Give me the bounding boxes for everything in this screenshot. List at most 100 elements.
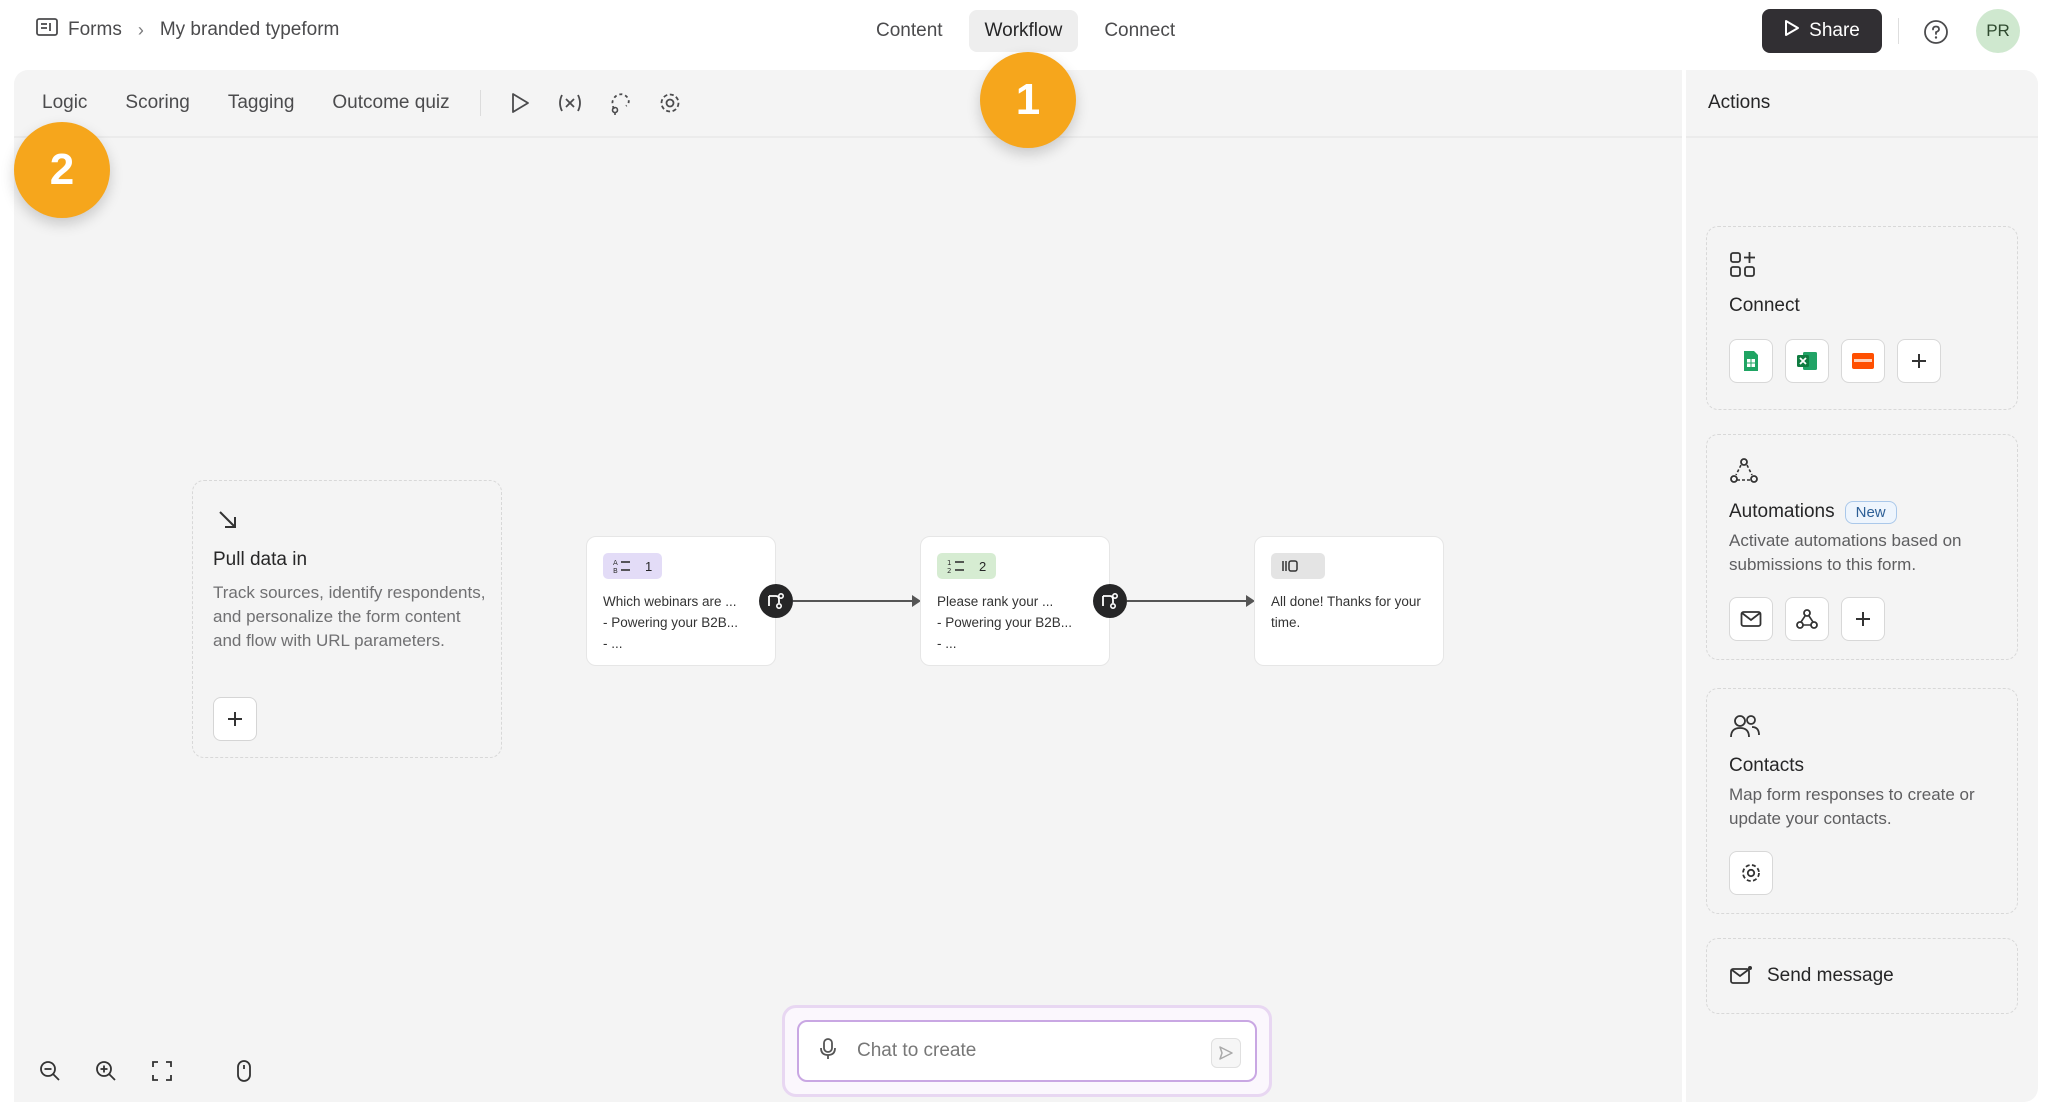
contacts-description: Map form responses to create or update y… [1729, 785, 1975, 828]
chat-placeholder: Chat to create [857, 1040, 977, 1061]
variables-icon[interactable] [557, 90, 583, 116]
branch-logic-icon[interactable] [1093, 584, 1127, 618]
question-number: 2 [979, 558, 987, 574]
add-integration-button[interactable] [1897, 339, 1941, 383]
zapier-icon [1852, 353, 1874, 369]
tab-workflow[interactable]: Workflow [968, 10, 1079, 52]
automations-title: Automations [1729, 501, 1835, 522]
multiple-choice-icon: AB [613, 559, 630, 574]
workflow-toolbar: Logic Scoring Tagging Outcome quiz [14, 70, 1682, 138]
question-number: 1 [645, 558, 653, 574]
svg-text:A: A [613, 559, 618, 567]
ending-screen-icon [1282, 560, 1298, 572]
tab-content[interactable]: Content [860, 10, 959, 52]
chat-input[interactable]: Chat to create [797, 1020, 1257, 1082]
automation-cycle-icon [1729, 457, 1759, 490]
send-icon [1219, 1046, 1233, 1060]
connect-card: Connect [1706, 226, 2018, 410]
preview-play-icon[interactable] [507, 90, 533, 116]
plus-icon [1912, 354, 1926, 368]
tab-scoring[interactable]: Scoring [125, 92, 189, 114]
ending-node[interactable]: All done! Thanks for your time. [1254, 536, 1444, 666]
question-node-1[interactable]: AB 1 Which webinars are ... - Powering y… [586, 536, 776, 666]
toolbar-divider [479, 90, 481, 116]
tab-logic[interactable]: Logic [42, 92, 87, 114]
excel-icon [1797, 352, 1817, 370]
breadcrumb-forms-link[interactable]: Forms [68, 19, 122, 41]
forms-icon[interactable] [36, 18, 58, 42]
fit-to-screen-icon[interactable] [150, 1059, 174, 1083]
actions-panel: Actions Connect Automations New Activate… [1686, 70, 2038, 1102]
ranking-icon: 12 [947, 559, 964, 574]
question-text: Which webinars are ... - Powering your B… [603, 594, 739, 651]
plus-icon [228, 712, 242, 726]
connect-title: Connect [1729, 295, 1800, 316]
question-type-tag: 12 2 [937, 553, 997, 579]
message-icon [1729, 965, 1753, 990]
chat-to-create-container: Chat to create [782, 1005, 1272, 1097]
lasso-icon[interactable] [607, 90, 633, 116]
workflow-canvas[interactable]: Logic Scoring Tagging Outcome quiz Pull … [14, 70, 1682, 1102]
send-button[interactable] [1211, 1038, 1241, 1068]
tab-connect[interactable]: Connect [1088, 10, 1191, 52]
apps-grid-icon [1729, 251, 1757, 284]
question-type-tag: AB 1 [603, 553, 663, 579]
share-label: Share [1809, 20, 1860, 41]
app-root: Forms › My branded typeform Content Work… [0, 0, 2048, 1106]
zapier-button[interactable] [1841, 339, 1885, 383]
add-url-parameter-button[interactable] [213, 697, 257, 741]
connector-arrow [1127, 595, 1255, 607]
step-badge-2: 2 [14, 122, 110, 218]
share-button[interactable]: Share [1762, 9, 1882, 53]
webhook-button[interactable] [1785, 597, 1829, 641]
excel-button[interactable] [1785, 339, 1829, 383]
zoom-out-icon[interactable] [38, 1059, 62, 1083]
pull-data-description: Track sources, identify respondents, and… [213, 583, 486, 650]
send-message-card[interactable]: Send message [1706, 938, 2018, 1014]
svg-text:2: 2 [947, 567, 951, 574]
contacts-title: Contacts [1729, 755, 1804, 776]
svg-text:B: B [613, 567, 618, 574]
mouse-icon[interactable] [232, 1059, 256, 1083]
tab-outcome-quiz[interactable]: Outcome quiz [332, 92, 449, 114]
divider [1898, 18, 1899, 44]
branch-logic-icon[interactable] [759, 584, 793, 618]
step-badge-1: 1 [980, 52, 1076, 148]
microphone-icon[interactable] [819, 1037, 837, 1066]
add-automation-button[interactable] [1841, 597, 1885, 641]
breadcrumb: Forms › My branded typeform [36, 18, 339, 42]
help-icon[interactable] [1923, 19, 1949, 45]
settings-gear-icon[interactable] [657, 90, 683, 116]
panel-divider [1686, 136, 2038, 138]
automations-card: Automations New Activate automations base… [1706, 434, 2018, 660]
actions-title: Actions [1708, 92, 1771, 113]
automations-title-row: Automations New [1729, 501, 1897, 524]
main-tabs: Content Workflow Connect [860, 10, 1191, 52]
avatar[interactable]: PR [1976, 9, 2020, 53]
svg-text:1: 1 [947, 559, 951, 567]
contacts-settings-button[interactable] [1729, 851, 1773, 895]
pull-data-title: Pull data in [213, 549, 308, 570]
breadcrumb-form-name[interactable]: My branded typeform [160, 19, 340, 41]
tab-tagging[interactable]: Tagging [228, 92, 295, 114]
question-node-2[interactable]: 12 2 Please rank your ... - Powering you… [920, 536, 1110, 666]
zoom-controls [14, 1040, 262, 1102]
gear-icon [1742, 864, 1760, 882]
new-badge: New [1844, 501, 1897, 524]
ending-text: All done! Thanks for your time. [1271, 594, 1421, 630]
email-automation-button[interactable] [1729, 597, 1773, 641]
question-text: Please rank your ... - Powering your B2B… [937, 594, 1073, 651]
google-sheets-icon [1744, 351, 1758, 371]
plus-icon [1856, 612, 1870, 626]
ending-type-tag [1271, 553, 1325, 579]
arrow-down-right-icon [217, 509, 239, 536]
zoom-in-icon[interactable] [94, 1059, 118, 1083]
google-sheets-button[interactable] [1729, 339, 1773, 383]
connector-arrow [793, 595, 921, 607]
automations-description: Activate automations based on submission… [1729, 531, 1962, 574]
contacts-card: Contacts Map form responses to create or… [1706, 688, 2018, 914]
send-message-label: Send message [1767, 965, 1894, 986]
contacts-people-icon [1729, 713, 1761, 744]
play-icon [1784, 19, 1800, 43]
pull-data-in-card: Pull data in Track sources, identify res… [192, 480, 502, 758]
